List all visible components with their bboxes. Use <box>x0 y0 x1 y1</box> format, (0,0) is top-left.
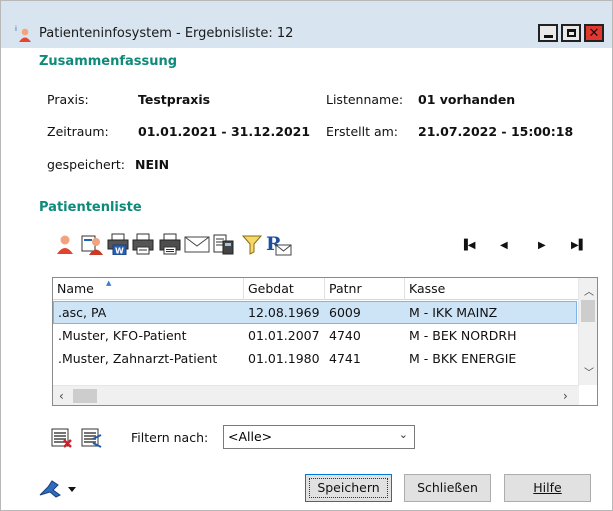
listenname-label: Listenname: <box>326 92 404 107</box>
save-button[interactable]: Speichern <box>305 474 392 502</box>
nav-first-button[interactable]: ▐◀ <box>460 240 475 251</box>
title-bar[interactable]: i Patienteninfosystem - Ergebnisliste: 1… <box>1 1 612 48</box>
gespeichert-value: NEIN <box>135 157 170 172</box>
pin-dropdown-icon[interactable] <box>38 477 78 499</box>
table-row[interactable]: .asc, PA 12.08.1969 6009 M - IKK MAINZ <box>53 301 577 324</box>
scroll-down-icon[interactable]: ﹀ <box>584 364 594 379</box>
chevron-down-icon: ⌄ <box>398 428 408 441</box>
patient-card-icon[interactable] <box>81 233 103 255</box>
cell-name: .asc, PA <box>58 305 107 320</box>
gespeichert-label: gespeichert: <box>47 157 125 172</box>
mail-icon[interactable] <box>184 233 210 255</box>
patient-icon[interactable] <box>54 233 76 255</box>
app-icon: i <box>15 25 31 42</box>
praxis-value: Testpraxis <box>138 92 211 107</box>
svg-text:i: i <box>15 25 17 33</box>
refresh-list-icon[interactable] <box>81 427 103 449</box>
minimize-button[interactable] <box>538 24 558 42</box>
filter-label: Filtern nach: <box>131 430 209 445</box>
sort-ascending-icon: ▲ <box>106 279 112 287</box>
zeitraum-value: 01.01.2021 - 31.12.2021 <box>138 124 311 139</box>
cell-kasse: M - BEK NORDRH <box>409 328 517 343</box>
fax-device-icon[interactable] <box>212 233 234 255</box>
column-header-patnr[interactable]: Patnr <box>325 278 405 300</box>
help-button[interactable]: Hilfe <box>504 474 591 502</box>
minimize-icon <box>543 34 553 38</box>
column-header-name[interactable]: Name ▲ <box>53 278 244 300</box>
nav-prev-button[interactable]: ◀ <box>500 240 508 251</box>
printer-icon[interactable] <box>159 233 181 255</box>
cell-patnr: 4740 <box>329 328 361 343</box>
cell-kasse: M - BKK ENERGIE <box>409 351 517 366</box>
listenname-value: 01 vorhanden <box>418 92 516 107</box>
horizontal-scrollbar[interactable]: ‹ › <box>53 385 579 405</box>
print-copy-icon[interactable] <box>132 233 154 255</box>
scroll-right-icon[interactable]: › <box>563 389 568 403</box>
filter-select[interactable]: <Alle> ⌄ <box>223 425 415 449</box>
horizontal-scroll-thumb[interactable] <box>73 389 97 403</box>
cell-gebdat: 12.08.1969 <box>248 305 320 320</box>
patient-list[interactable]: Name ▲ Gebdat Patnr Kasse .asc, PA 12.08… <box>52 277 598 406</box>
cell-name: .Muster, KFO-Patient <box>58 328 187 343</box>
table-row[interactable]: .Muster, KFO-Patient 01.01.2007 4740 M -… <box>53 325 577 348</box>
svg-text:W: W <box>115 247 124 256</box>
filter-selected-value: <Alle> <box>228 429 273 444</box>
window-title: Patienteninfosystem - Ergebnisliste: 12 <box>39 26 294 41</box>
zeitraum-label: Zeitraum: <box>47 124 109 139</box>
filter-funnel-icon[interactable] <box>241 233 263 255</box>
nav-next-button[interactable]: ▶ <box>538 240 546 251</box>
nav-last-button[interactable]: ▶▌ <box>571 240 586 251</box>
print-word-icon[interactable]: W <box>107 233 129 256</box>
praxis-label: Praxis: <box>47 92 89 107</box>
vertical-scroll-thumb[interactable] <box>581 300 595 322</box>
summary-heading: Zusammenfassung <box>39 54 178 69</box>
cell-gebdat: 01.01.2007 <box>248 328 320 343</box>
patients-heading: Patientenliste <box>39 200 142 215</box>
focus-ring <box>309 478 388 498</box>
list-header: Name ▲ Gebdat Patnr Kasse <box>53 278 579 300</box>
scroll-left-icon[interactable]: ‹ <box>59 389 64 403</box>
cell-name: .Muster, Zahnarzt-Patient <box>58 351 218 366</box>
erstellt-value: 21.07.2022 - 15:00:18 <box>418 124 574 139</box>
vertical-scrollbar[interactable]: ︿ ﹀ <box>578 278 597 385</box>
column-header-gebdat[interactable]: Gebdat <box>244 278 325 300</box>
cell-patnr: 4741 <box>329 351 361 366</box>
patient-info-window: i Patienteninfosystem - Ergebnisliste: 1… <box>0 0 613 511</box>
cell-gebdat: 01.01.1980 <box>248 351 320 366</box>
erstellt-label: Erstellt am: <box>326 124 399 139</box>
maximize-icon <box>566 29 576 37</box>
recipe-mail-icon[interactable]: R <box>266 233 292 256</box>
cell-kasse: M - IKK MAINZ <box>409 305 498 320</box>
scroll-up-icon[interactable]: ︿ <box>584 283 594 298</box>
close-icon: ✕ <box>588 25 600 41</box>
maximize-button[interactable] <box>561 24 581 42</box>
table-row[interactable]: .Muster, Zahnarzt-Patient 01.01.1980 474… <box>53 348 577 371</box>
cell-patnr: 6009 <box>329 305 361 320</box>
column-header-kasse[interactable]: Kasse <box>405 278 579 300</box>
close-button[interactable]: Schließen <box>404 474 491 502</box>
close-window-button[interactable]: ✕ <box>584 24 604 42</box>
clear-filter-icon[interactable] <box>51 427 73 449</box>
